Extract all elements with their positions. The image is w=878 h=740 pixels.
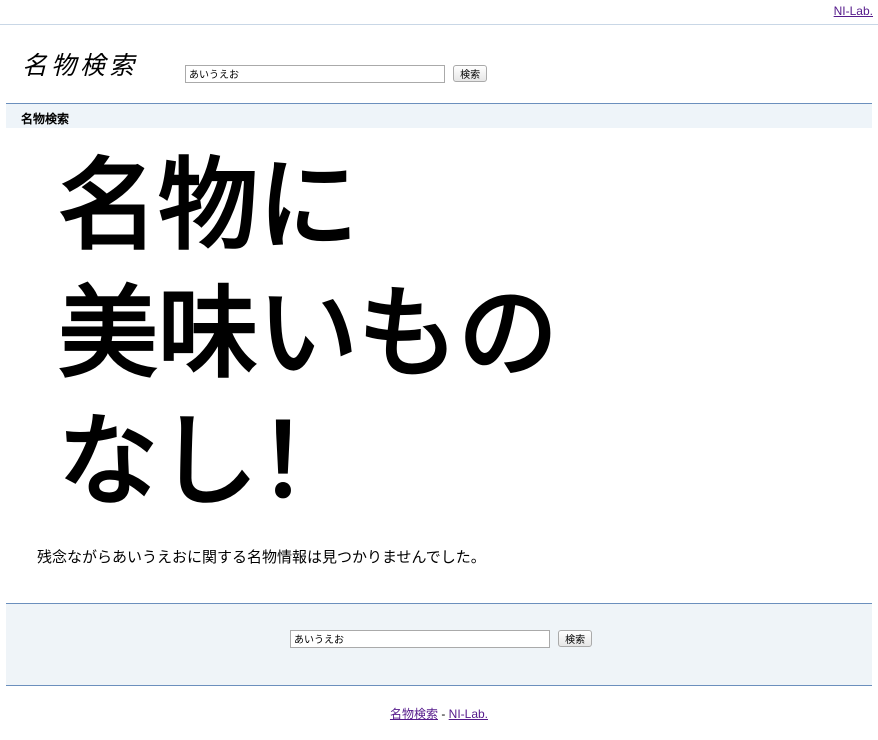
footer-links: 名物検索 - NI-Lab. bbox=[0, 705, 878, 722]
search-input-bottom[interactable] bbox=[290, 629, 550, 648]
site-logo[interactable]: 名物検索 bbox=[22, 46, 138, 82]
slogan-banner: 名物に 美味いもの なし！ bbox=[58, 146, 558, 520]
footer-link-nilab[interactable]: NI-Lab. bbox=[449, 707, 488, 721]
no-results-message: 残念ながらあいうえおに関する名物情報は見つかりませんでした。 bbox=[37, 548, 486, 566]
slogan-line-2: 美味いもの bbox=[58, 274, 558, 392]
section-title: 名物検索 bbox=[21, 112, 70, 126]
search-form-bottom: 検索 bbox=[290, 628, 593, 648]
search-button-bottom[interactable]: 検索 bbox=[558, 630, 593, 647]
search-form-top: 検索 bbox=[185, 63, 488, 83]
footer-link-meibutsu[interactable]: 名物検索 bbox=[390, 707, 438, 721]
section-header: 名物検索 bbox=[6, 103, 872, 128]
footer-search-box: 検索 bbox=[6, 603, 872, 686]
footer-separator: - bbox=[437, 707, 449, 721]
top-bar: NI-Lab. bbox=[0, 0, 878, 25]
slogan-line-3: なし！ bbox=[58, 402, 358, 520]
nilab-top-link[interactable]: NI-Lab. bbox=[834, 4, 873, 18]
search-input[interactable] bbox=[185, 64, 445, 83]
search-button[interactable]: 検索 bbox=[453, 65, 488, 82]
slogan-line-1: 名物に bbox=[58, 146, 358, 264]
